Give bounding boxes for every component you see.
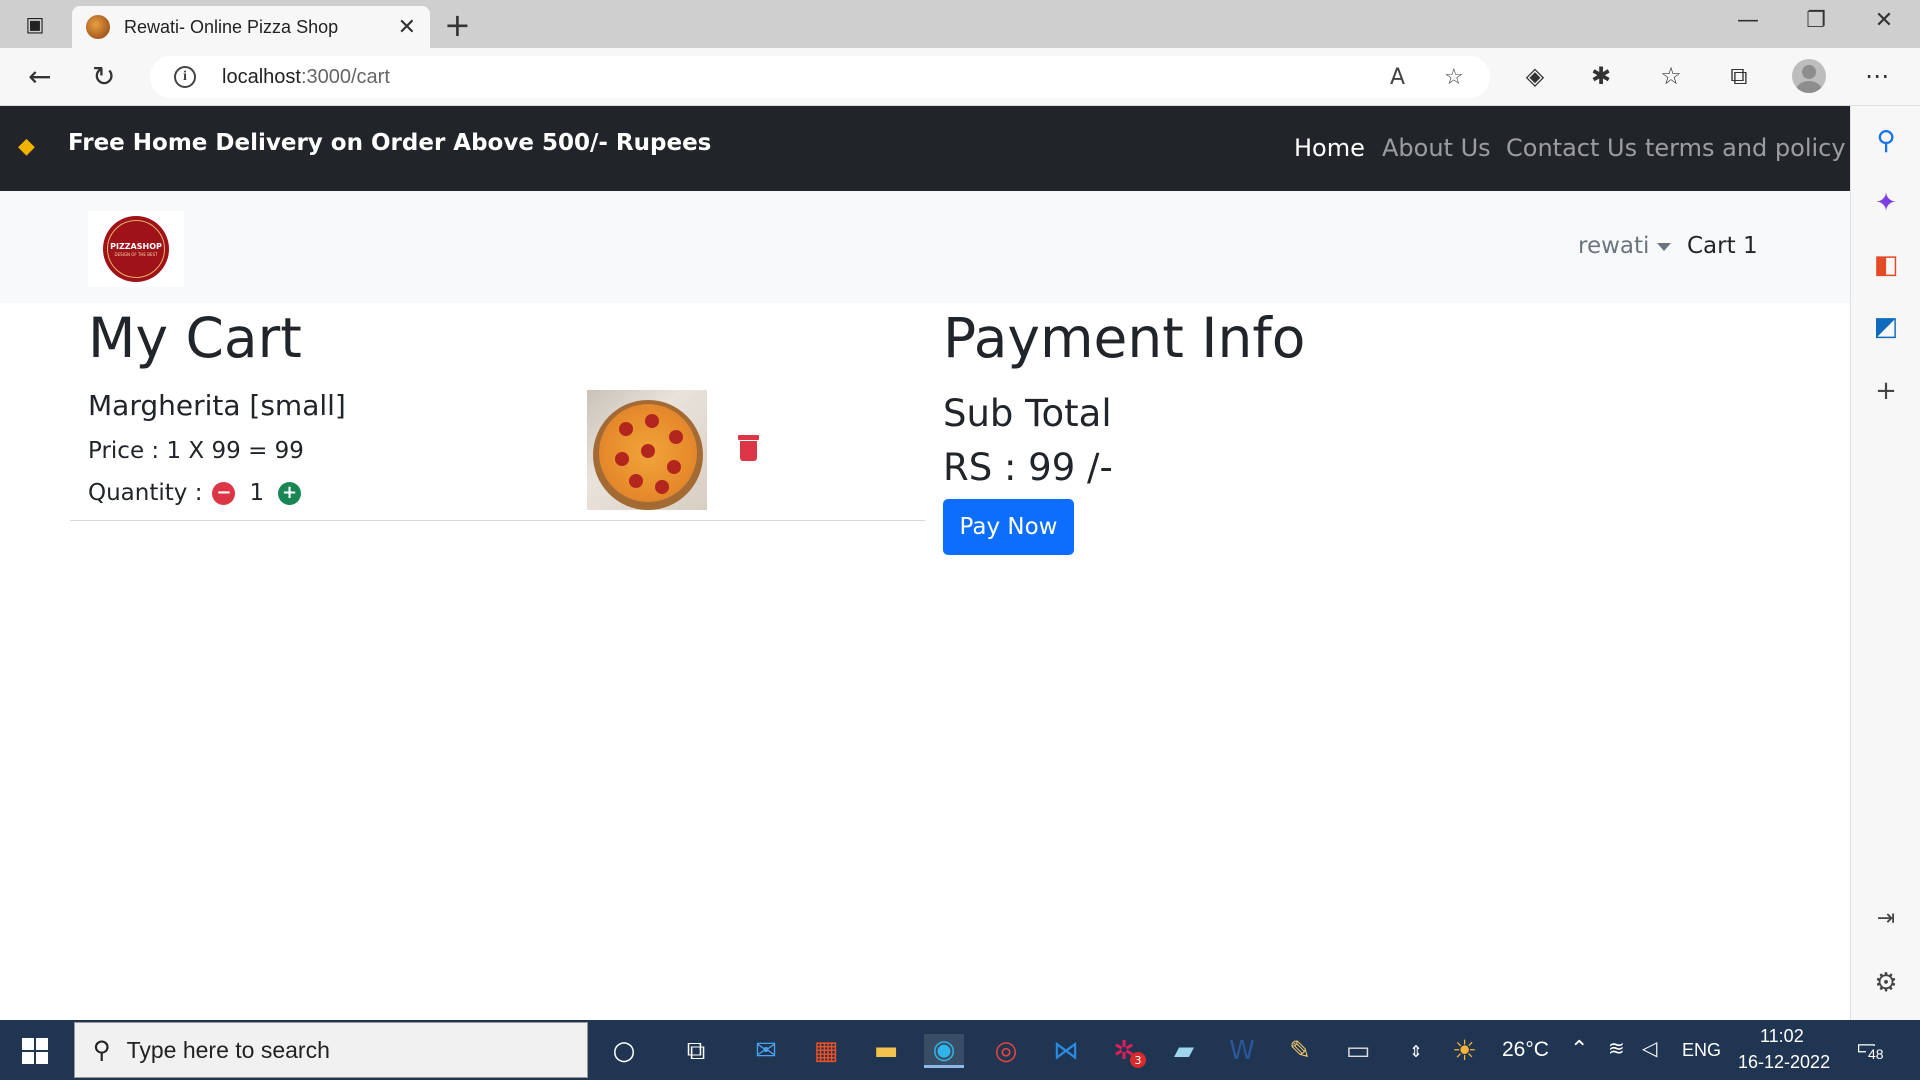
more-menu-icon[interactable]: ⋯ <box>1860 62 1894 90</box>
tab-actions-icon[interactable]: ▣ <box>18 10 52 38</box>
subtotal-label: Sub Total <box>943 392 1112 435</box>
task-view-icon[interactable]: ⧉ <box>676 1034 716 1068</box>
word-icon[interactable]: W <box>1222 1034 1262 1068</box>
taskbar-search-input[interactable]: ⚲ Type here to search <box>74 1022 588 1078</box>
nav-home[interactable]: Home <box>1294 134 1365 162</box>
mail-icon[interactable]: ✉ <box>746 1034 786 1068</box>
clock-date[interactable]: 16-12-2022 <box>1738 1052 1830 1073</box>
subtotal-value: RS : 99 /- <box>943 446 1113 489</box>
tag-icon: ◆ <box>18 134 35 159</box>
collections-icon[interactable]: ⧉ <box>1722 62 1756 90</box>
weather-temp[interactable]: 26°C <box>1502 1038 1549 1062</box>
site-info-icon[interactable]: i <box>174 66 196 88</box>
notification-count: 48 <box>1866 1046 1886 1062</box>
windows-start-icon[interactable] <box>22 1038 48 1064</box>
language-indicator[interactable]: ENG <box>1682 1040 1721 1061</box>
back-arrow-icon[interactable]: ← <box>28 60 51 93</box>
cart-divider <box>70 520 925 521</box>
cart-link[interactable]: Cart 1 <box>1687 233 1758 259</box>
read-aloud-icon[interactable]: A <box>1390 65 1405 90</box>
pizzashop-logo: PIZZASHOP DESIGN OF THE BEST <box>103 216 169 282</box>
favorites-icon[interactable]: ☆ <box>1654 62 1688 90</box>
increase-quantity-icon[interactable]: + <box>278 481 302 505</box>
scroll-taskbar-icon[interactable]: ⇕ <box>1396 1034 1436 1068</box>
pizza-favicon-icon <box>86 15 110 39</box>
nav-contact-us[interactable]: Contact Us <box>1506 134 1637 162</box>
paint-icon[interactable]: ✎ <box>1280 1034 1320 1068</box>
extensions-icon[interactable]: ✱ <box>1584 62 1618 90</box>
delete-trash-icon[interactable] <box>738 435 759 461</box>
slack-icon[interactable]: ✲ 3 <box>1104 1034 1146 1068</box>
tab-title: Rewati- Online Pizza Shop <box>124 16 339 37</box>
cart-item-name: Margherita [small] <box>88 389 346 422</box>
logo-tagline: DESIGN OF THE BEST <box>114 251 158 257</box>
cart-item-quantity: Quantity : − 1 + <box>88 480 302 506</box>
store-icon[interactable]: ▦ <box>806 1034 846 1068</box>
promo-topbar: ◆ Free Home Delivery on Order Above 500/… <box>0 106 1850 191</box>
edge-icon[interactable]: ◉ <box>924 1034 964 1068</box>
payment-info-heading: Payment Info <box>943 306 1306 370</box>
edge-sidebar: ⚲ ✦ ◧ ◩ + ⇥ ⚙ <box>1850 106 1920 1020</box>
profile-avatar[interactable] <box>1792 59 1826 93</box>
main-navbar: PIZZASHOP DESIGN OF THE BEST rewati Cart… <box>0 191 1850 303</box>
volume-icon[interactable]: ◁ <box>1642 1036 1657 1061</box>
search-placeholder: Type here to search <box>126 1036 330 1063</box>
user-name: rewati <box>1578 233 1650 259</box>
outlook-icon[interactable]: ◩ <box>1851 312 1920 342</box>
wifi-icon[interactable]: ≋ <box>1608 1036 1625 1061</box>
settings-gear-icon[interactable]: ⚙ <box>1851 968 1920 998</box>
new-tab-icon[interactable]: + <box>444 6 471 44</box>
browser-tab-bar: ▣ Rewati- Online Pizza Shop ✕ + — ❐ ✕ <box>0 0 1920 48</box>
add-sidebar-app-icon[interactable]: + <box>1851 376 1920 406</box>
file-explorer-icon[interactable]: ▬ <box>866 1034 906 1068</box>
browser-essentials-icon[interactable]: ◈ <box>1518 62 1552 90</box>
user-dropdown[interactable]: rewati <box>1578 233 1672 259</box>
weather-icon[interactable]: ☀ <box>1452 1034 1477 1067</box>
url-host: localhost <box>222 65 301 88</box>
notifications-icon[interactable]: ▭48 <box>1856 1034 1886 1062</box>
pizza-image <box>587 390 707 510</box>
terminal-icon[interactable]: ▭ <box>1338 1034 1378 1068</box>
nav-terms-policy[interactable]: terms and policy <box>1645 134 1846 162</box>
office-icon[interactable]: ◧ <box>1851 250 1920 280</box>
minimize-icon[interactable]: — <box>1728 8 1768 33</box>
cart-item-price: Price : 1 X 99 = 99 <box>88 438 304 464</box>
vscode-icon[interactable]: ⋈ <box>1046 1034 1086 1068</box>
logo-name: PIZZASHOP <box>110 241 162 251</box>
decrease-quantity-icon[interactable]: − <box>212 481 236 505</box>
refresh-icon[interactable]: ↻ <box>92 60 115 93</box>
close-window-icon[interactable]: ✕ <box>1864 8 1904 33</box>
search-icon: ⚲ <box>93 1036 111 1064</box>
nav-about-us[interactable]: About Us <box>1382 134 1491 162</box>
address-bar[interactable]: i localhost:3000/cart A ☆ <box>150 56 1490 98</box>
url-path: :3000/cart <box>300 65 390 88</box>
add-favorite-icon[interactable]: ☆ <box>1444 65 1464 90</box>
discover-icon[interactable]: ✦ <box>1851 188 1920 218</box>
web-page: ◆ Free Home Delivery on Order Above 500/… <box>0 106 1850 1020</box>
shop-logo[interactable]: PIZZASHOP DESIGN OF THE BEST <box>88 211 184 287</box>
address-toolbar: ← ↻ i localhost:3000/cart A ☆ ◈ ✱ ☆ ⧉ ⋯ <box>0 48 1920 106</box>
cortana-icon[interactable]: ○ <box>604 1034 644 1068</box>
windows-taskbar: ⚲ Type here to search ○ ⧉ ✉ ▦ ▬ ◉ ◎ ⋈ ✲ 3… <box>0 1020 1920 1080</box>
clock-time[interactable]: 11:02 <box>1760 1026 1804 1047</box>
pay-now-button[interactable]: Pay Now <box>943 499 1074 555</box>
hide-sidebar-icon[interactable]: ⇥ <box>1851 906 1920 931</box>
chrome-icon[interactable]: ◎ <box>986 1034 1026 1068</box>
quantity-label: Quantity : <box>88 480 203 506</box>
browser-tab[interactable]: Rewati- Online Pizza Shop ✕ <box>72 6 430 48</box>
quantity-value: 1 <box>249 480 265 506</box>
search-icon[interactable]: ⚲ <box>1851 126 1920 156</box>
my-cart-heading: My Cart <box>88 306 302 370</box>
slack-badge: 3 <box>1130 1052 1146 1068</box>
restore-icon[interactable]: ❐ <box>1796 8 1836 33</box>
caret-down-icon <box>1657 242 1672 251</box>
show-hidden-icons-icon[interactable]: ⌃ <box>1570 1036 1588 1062</box>
notepad-icon[interactable]: ▰ <box>1164 1034 1204 1068</box>
close-tab-icon[interactable]: ✕ <box>398 15 416 40</box>
promo-text: Free Home Delivery on Order Above 500/- … <box>68 130 712 156</box>
